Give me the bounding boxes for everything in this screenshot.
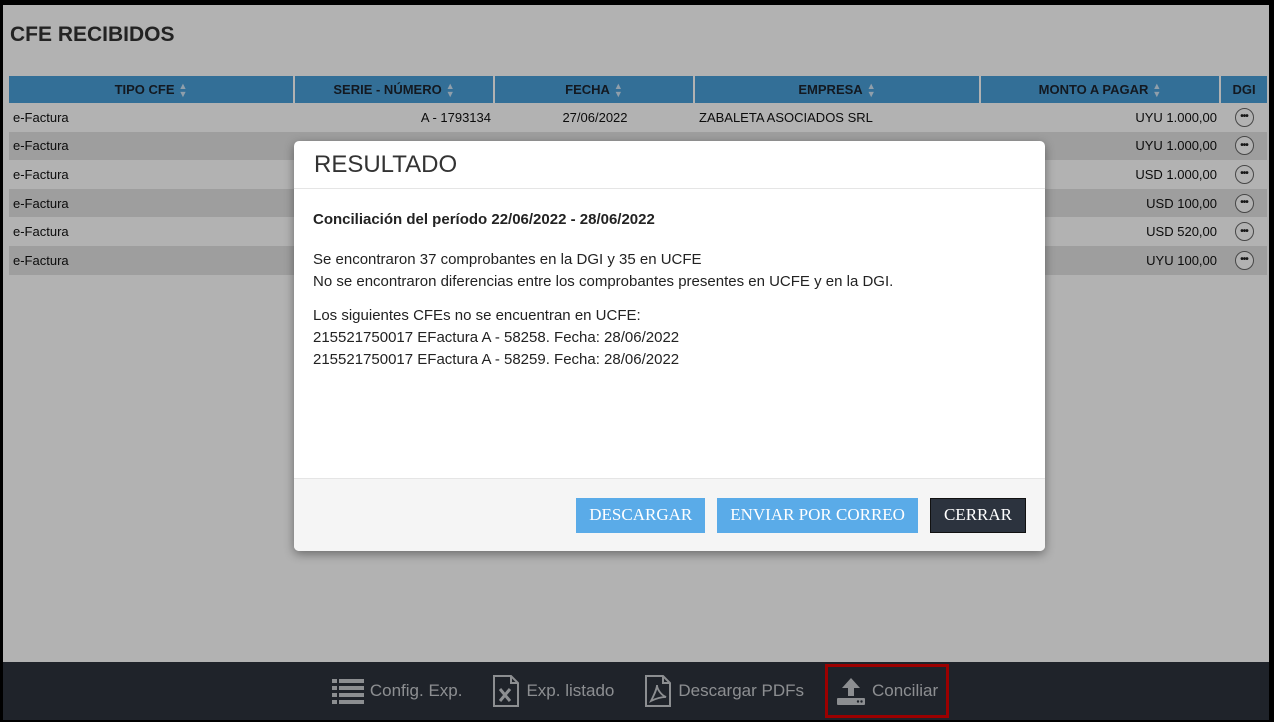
missing-cfe-item: 215521750017 EFactura A - 58259. Fecha: …: [313, 351, 680, 368]
resultado-dialog: RESULTADO Conciliación del período 22/06…: [294, 141, 1045, 551]
missing-cfe-item: 215521750017 EFactura A - 58258. Fecha: …: [313, 329, 680, 346]
descargar-button[interactable]: DESCARGAR: [576, 497, 706, 533]
result-differences: No se encontraron diferencias entre los …: [313, 273, 894, 290]
missing-cfes-label: Los siguientes CFEs no se encuentran en …: [313, 307, 641, 324]
enviar-correo-button[interactable]: ENVIAR POR CORREO: [717, 497, 918, 533]
dialog-footer: DESCARGAR ENVIAR POR CORREO CERRAR: [294, 478, 1045, 551]
cerrar-button[interactable]: CERRAR: [929, 497, 1026, 533]
app-frame: CFE RECIBIDOS TIPO CFE ▲ ▼ SERIE - NÚMERO ▲…: [3, 5, 1269, 720]
dialog-heading: Conciliación del período 22/06/2022 - 28…: [313, 211, 655, 228]
dialog-body: Conciliación del período 22/06/2022 - 28…: [294, 189, 1045, 478]
result-summary: Se encontraron 37 comprobantes en la DGI…: [313, 251, 702, 268]
dialog-title: RESULTADO: [294, 141, 1045, 189]
